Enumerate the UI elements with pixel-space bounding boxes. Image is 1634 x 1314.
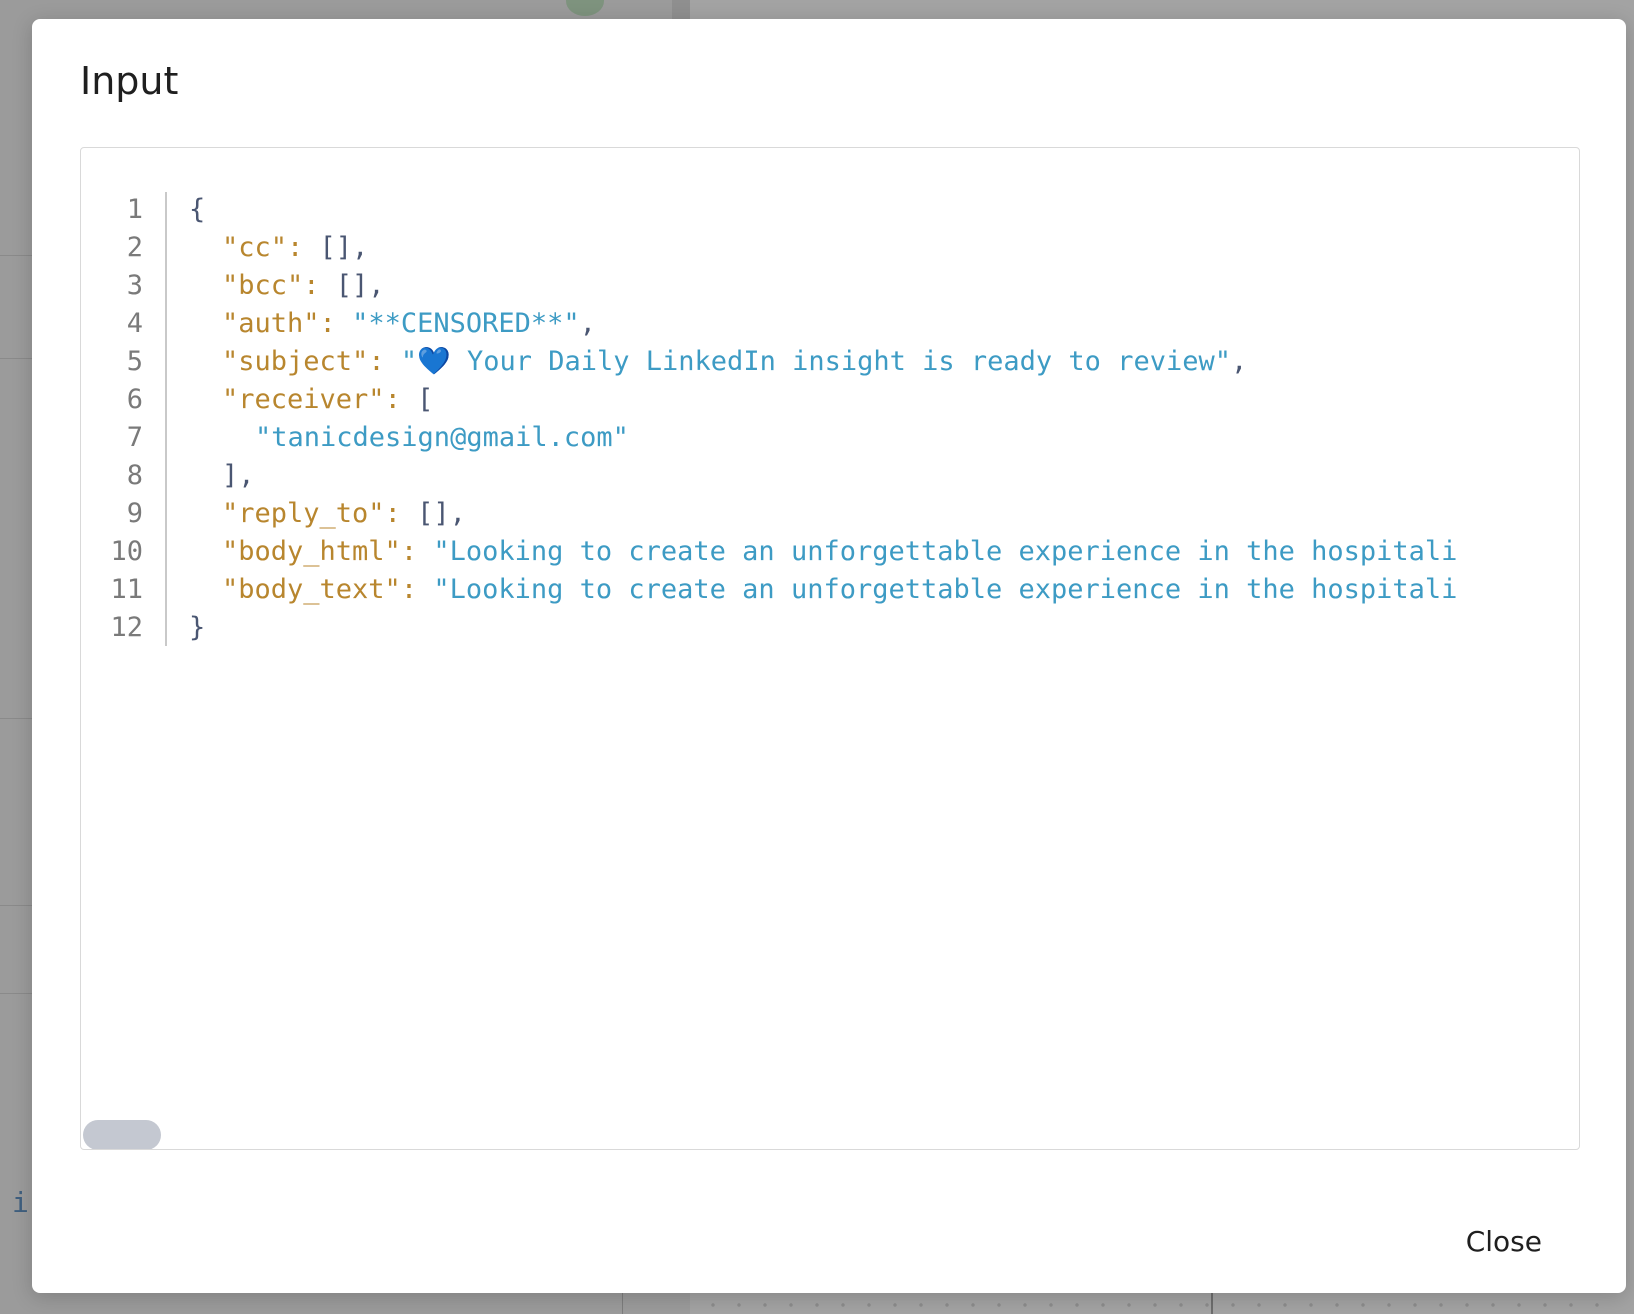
blue-heart-icon: 💙 — [417, 346, 451, 377]
json-separator: : — [287, 231, 320, 263]
line-number: 10 — [110, 535, 143, 567]
close-button[interactable]: Close — [1462, 1221, 1546, 1262]
background-divider — [622, 1290, 623, 1314]
code-content: } — [165, 612, 205, 643]
code-area[interactable]: 1{2 "cc": [], 3 "bcc": [], 4 "auth": "**CENSO… — [81, 190, 1579, 646]
json-separator: : — [384, 497, 418, 529]
line-number: 7 — [126, 421, 143, 453]
code-punctuation: [], — [319, 231, 369, 263]
code-content: "body_text": "Looking to create an unfor… — [165, 574, 1457, 605]
code-punctuation: [], — [335, 269, 385, 301]
code-content: "body_html": "Looking to create an unfor… — [165, 536, 1457, 567]
background-grid-dots — [700, 1300, 1600, 1310]
horizontal-scrollbar-thumb[interactable] — [83, 1120, 161, 1149]
code-content: "subject": "💙 Your Daily LinkedIn insigh… — [165, 345, 1247, 377]
line-number: 5 — [126, 345, 143, 377]
json-string-value: " — [400, 346, 418, 377]
json-string-value: "**CENSORED**" — [352, 307, 580, 339]
line-number: 6 — [126, 383, 143, 415]
code-line: 4 "auth": "**CENSORED**", — [81, 304, 1579, 342]
line-number: 3 — [126, 269, 143, 301]
json-separator: : — [400, 535, 434, 567]
code-content: { — [165, 194, 205, 225]
code-line: 3 "bcc": [], — [81, 266, 1579, 304]
background-status-dot — [566, 0, 604, 16]
json-separator: : — [400, 573, 434, 605]
line-number: 11 — [110, 573, 143, 605]
code-punctuation: , — [1230, 346, 1248, 377]
code-content: "bcc": [], — [165, 270, 385, 301]
line-number: 12 — [110, 611, 143, 643]
code-content: "cc": [], — [165, 232, 368, 263]
json-key: "subject" — [222, 346, 369, 377]
code-punctuation: , — [579, 307, 596, 339]
json-separator: : — [319, 307, 353, 339]
code-line: 8], — [81, 456, 1579, 494]
line-number: 8 — [126, 459, 143, 491]
code-content: "auth": "**CENSORED**", — [165, 308, 596, 339]
json-key: "body_html" — [222, 535, 401, 567]
json-string-value: "Looking to create an unforgettable expe… — [433, 573, 1458, 605]
input-modal: Input 1{2 "cc": [], 3 "bcc": [], 4 "auth": "*… — [32, 19, 1626, 1293]
code-content: "receiver": [ — [165, 384, 433, 415]
json-key: "bcc" — [222, 269, 304, 301]
code-line: 9 "reply_to": [], — [81, 494, 1579, 532]
code-content: "tanicdesign@gmail.com" — [165, 422, 629, 453]
background-row-line — [0, 358, 32, 359]
code-line: 6 "receiver": [ — [81, 380, 1579, 418]
code-line: 11 "body_text": "Looking to create an unf… — [81, 570, 1579, 608]
background-row-line — [0, 993, 32, 994]
code-content: ], — [165, 460, 255, 491]
json-key: "cc" — [222, 231, 288, 263]
line-number: 1 — [126, 193, 143, 225]
json-key: "body_text" — [222, 573, 401, 605]
code-punctuation: ], — [222, 459, 255, 491]
json-separator: : — [384, 383, 418, 415]
json-separator: : — [303, 269, 336, 301]
code-line: 7 "tanicdesign@gmail.com" — [81, 418, 1579, 456]
code-line: 10 "body_html": "Looking to create an unf… — [81, 532, 1579, 570]
line-number: 9 — [126, 497, 143, 529]
code-punctuation: [], — [417, 497, 466, 529]
json-separator: : — [368, 346, 401, 377]
line-number: 4 — [126, 307, 143, 339]
modal-title: Input — [80, 59, 179, 103]
code-content: "reply_to": [], — [165, 498, 466, 529]
code-punctuation: [ — [417, 383, 434, 415]
json-key: "receiver" — [222, 383, 385, 415]
code-line: 12} — [81, 608, 1579, 646]
json-string-value: "tanicdesign@gmail.com" — [255, 421, 629, 453]
background-code-fragment: i — [12, 1186, 29, 1219]
line-number: 2 — [126, 231, 143, 263]
json-key: "auth" — [222, 307, 320, 339]
json-string-value: "Looking to create an unforgettable expe… — [433, 535, 1458, 567]
code-line: 2 "cc": [], — [81, 228, 1579, 266]
code-line: 1{ — [81, 190, 1579, 228]
code-punctuation: { — [189, 193, 206, 225]
json-key: "reply_to" — [222, 497, 385, 529]
json-string-value: Your Daily LinkedIn insight is ready to … — [450, 346, 1231, 377]
background-row-line — [0, 718, 32, 719]
code-line: 5 "subject": "💙 Your Daily LinkedIn insig… — [81, 342, 1579, 380]
background-row-line — [0, 255, 32, 256]
json-code-editor[interactable]: 1{2 "cc": [], 3 "bcc": [], 4 "auth": "**CENSO… — [80, 147, 1580, 1150]
background-row-line — [0, 905, 32, 906]
code-punctuation: } — [189, 611, 206, 643]
